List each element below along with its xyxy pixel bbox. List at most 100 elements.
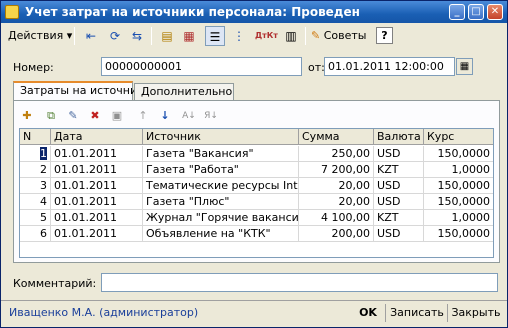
actions-menu-button[interactable]: Действия ▾ xyxy=(5,26,75,46)
button-separator xyxy=(447,304,448,322)
footer-divider xyxy=(1,300,507,301)
row-rate[interactable]: 150,0000 xyxy=(424,146,493,161)
move-up-icon[interactable]: ↑ xyxy=(134,107,152,125)
row-date[interactable]: 01.01.2011 xyxy=(51,210,143,225)
row-currency[interactable]: KZT xyxy=(374,162,424,177)
row-date[interactable]: 01.01.2011 xyxy=(51,162,143,177)
advice-button[interactable]: ✎ Советы xyxy=(311,26,366,46)
row-currency[interactable]: USD xyxy=(374,146,424,161)
row-rate[interactable]: 1,0000 xyxy=(424,210,493,225)
row-rate[interactable]: 150,0000 xyxy=(424,178,493,193)
user-link[interactable]: Иващенко М.А. (администратор) xyxy=(9,306,198,319)
structure-icon[interactable]: ▦ xyxy=(179,26,199,46)
column-header-date[interactable]: Дата xyxy=(51,129,143,145)
maximize-button[interactable]: □ xyxy=(468,4,484,20)
column-header-n[interactable]: N xyxy=(20,129,51,145)
sort-descending-icon[interactable]: Я↓ xyxy=(202,107,220,125)
minimize-button[interactable]: _ xyxy=(449,4,465,20)
row-number: 5 xyxy=(20,210,51,225)
row-currency[interactable]: KZT xyxy=(374,210,424,225)
row-source[interactable]: Газета "Работа" xyxy=(143,162,299,177)
tab-additional[interactable]: Дополнительно xyxy=(134,83,234,101)
column-header-currency[interactable]: Валюта xyxy=(374,129,424,145)
toolbar-separator xyxy=(305,27,306,45)
toolbar-separator xyxy=(151,27,152,45)
row-source[interactable]: Объявление на "КТК" xyxy=(143,226,299,241)
table-row[interactable]: 1 01.01.2011 Газета "Вакансия" 250,00 US… xyxy=(20,146,493,162)
table-row[interactable]: 6 01.01.2011 Объявление на "КТК" 200,00 … xyxy=(20,226,493,242)
save-button[interactable]: Записать xyxy=(388,304,446,322)
row-source[interactable]: Журнал "Горячие вакансии" xyxy=(143,210,299,225)
row-date[interactable]: 01.01.2011 xyxy=(51,194,143,209)
row-number: 3 xyxy=(20,178,51,193)
copy-row-icon[interactable]: ⧉ xyxy=(42,107,60,125)
row-rate[interactable]: 150,0000 xyxy=(424,194,493,209)
row-number: 4 xyxy=(20,194,51,209)
end-edit-icon[interactable]: ▣ xyxy=(108,107,126,125)
refresh-document-icon[interactable]: ⟳ xyxy=(105,26,125,46)
row-sum[interactable]: 200,00 xyxy=(299,226,374,241)
number-label: Номер: xyxy=(13,61,54,74)
tab-costs[interactable]: Затраты на источники xyxy=(13,81,151,101)
row-sum[interactable]: 7 200,00 xyxy=(299,162,374,177)
report-icon[interactable]: ▥ xyxy=(281,26,301,46)
add-row-icon[interactable]: ✚ xyxy=(18,107,36,125)
advice-label: Советы xyxy=(323,29,367,42)
comment-field[interactable] xyxy=(101,273,498,292)
row-currency[interactable]: USD xyxy=(374,194,424,209)
row-sum[interactable]: 250,00 xyxy=(299,146,374,161)
calendar-icon[interactable]: ▦ xyxy=(456,58,473,75)
table-row[interactable]: 3 01.01.2011 Тематические ресурсы Inter.… xyxy=(20,178,493,194)
row-source[interactable]: Газета "Вакансия" xyxy=(143,146,299,161)
actions-label: Действия xyxy=(8,29,64,42)
toolbar-separator xyxy=(74,27,75,45)
row-rate[interactable]: 150,0000 xyxy=(424,226,493,241)
close-button[interactable]: Закрыть xyxy=(450,304,502,322)
help-button[interactable]: ? xyxy=(376,27,393,44)
row-rate[interactable]: 1,0000 xyxy=(424,162,493,177)
table-row[interactable]: 2 01.01.2011 Газета "Работа" 7 200,00 KZ… xyxy=(20,162,493,178)
delete-row-icon[interactable]: ✖ xyxy=(86,107,104,125)
edit-row-icon[interactable]: ✎ xyxy=(64,107,82,125)
table-row[interactable]: 5 01.01.2011 Журнал "Горячие вакансии" 4… xyxy=(20,210,493,226)
row-sum[interactable]: 20,00 xyxy=(299,194,374,209)
row-number: 2 xyxy=(20,162,51,177)
main-toolbar: Действия ▾ ⇤ ⟳ ⇆ ▤ ▦ ☰ ⋮ ДтКт ▥ ✎ Советы… xyxy=(1,24,507,48)
tree-view-icon[interactable]: ⋮ xyxy=(229,26,249,46)
sort-ascending-icon[interactable]: A↓ xyxy=(180,107,198,125)
move-down-icon[interactable]: ↓ xyxy=(156,107,174,125)
move-back-icon[interactable]: ⇤ xyxy=(81,26,101,46)
table-header: N Дата Источник Сумма Валюта Курс xyxy=(20,129,493,145)
column-header-source[interactable]: Источник xyxy=(143,129,299,145)
row-number: 6 xyxy=(20,226,51,241)
row-source[interactable]: Тематические ресурсы Inter... xyxy=(143,178,299,193)
selected-row-number: 1 xyxy=(40,147,47,160)
row-sum[interactable]: 4 100,00 xyxy=(299,210,374,225)
column-header-rate[interactable]: Курс xyxy=(424,129,493,145)
dropdown-arrow-icon: ▾ xyxy=(66,29,73,42)
date-label: от: xyxy=(308,61,325,74)
window-title: Учет затрат на источники персонала: Пров… xyxy=(25,5,360,19)
row-date[interactable]: 01.01.2011 xyxy=(51,226,143,241)
row-date[interactable]: 01.01.2011 xyxy=(51,146,143,161)
row-date[interactable]: 01.01.2011 xyxy=(51,178,143,193)
document-icon xyxy=(5,5,19,19)
column-header-sum[interactable]: Сумма xyxy=(299,129,374,145)
ok-button[interactable]: OK xyxy=(353,304,383,322)
row-currency[interactable]: USD xyxy=(374,178,424,193)
date-field[interactable]: 01.01.2011 12:00:00 xyxy=(324,57,455,76)
based-on-icon[interactable]: ▤ xyxy=(157,26,177,46)
costs-panel: ✚ ⧉ ✎ ✖ ▣ ↑ ↓ A↓ Я↓ N Дата Источник Сумм… xyxy=(13,100,500,263)
document-window: Учет затрат на источники персонала: Пров… xyxy=(0,0,508,328)
row-source[interactable]: Газета "Плюс" xyxy=(143,194,299,209)
row-currency[interactable]: USD xyxy=(374,226,424,241)
advice-icon: ✎ xyxy=(311,29,321,42)
close-window-button[interactable]: ✕ xyxy=(487,4,503,20)
table-row[interactable]: 4 01.01.2011 Газета "Плюс" 20,00 USD 150… xyxy=(20,194,493,210)
number-field[interactable]: 00000000001 xyxy=(101,57,302,76)
row-sum[interactable]: 20,00 xyxy=(299,178,374,193)
title-bar[interactable]: Учет затрат на источники персонала: Пров… xyxy=(1,1,507,23)
list-view-icon[interactable]: ☰ xyxy=(205,26,225,46)
post-document-icon[interactable]: ⇆ xyxy=(127,26,147,46)
debit-credit-icon[interactable]: ДтКт xyxy=(255,26,278,46)
